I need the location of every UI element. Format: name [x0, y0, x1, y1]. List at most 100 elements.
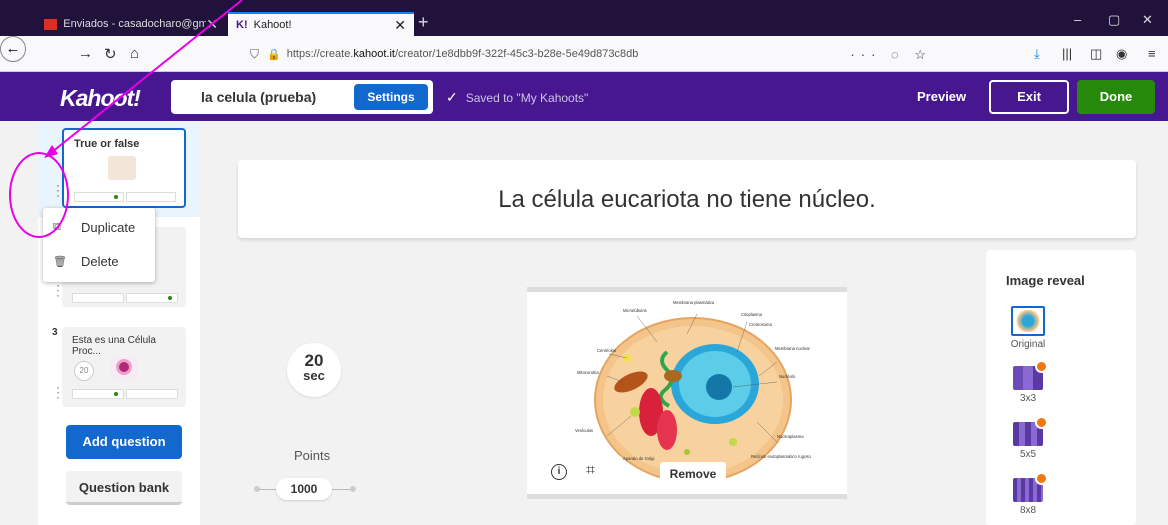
kahoot-favicon-icon: K!: [236, 19, 248, 31]
slide-thumbnail: [110, 357, 138, 379]
tab-label: Kahoot!: [253, 19, 292, 31]
remove-image-button[interactable]: Remove: [660, 462, 726, 486]
info-icon[interactable]: i: [551, 464, 567, 480]
duplicate-menu-item[interactable]: ⧉ Duplicate: [53, 220, 135, 235]
points-slider-stop[interactable]: [254, 486, 260, 492]
download-icon[interactable]: ⤓: [1034, 46, 1040, 62]
gmail-icon: [44, 18, 58, 30]
premium-crown-icon: [1035, 472, 1048, 485]
add-question-button[interactable]: Add question: [66, 425, 182, 459]
tab-gmail[interactable]: Enviados - casadocharo@gma ✕: [36, 12, 226, 36]
reveal-option-label: 5x5: [1019, 449, 1037, 460]
answer-placeholder: [126, 389, 178, 399]
url-prefix: https://create.: [286, 48, 354, 60]
kahoot-title-box[interactable]: la celula (prueba) Settings: [171, 80, 433, 114]
maximize-button[interactable]: ▢: [1108, 12, 1120, 28]
settings-button[interactable]: Settings: [354, 84, 428, 110]
menu-item-label: Duplicate: [81, 220, 136, 235]
diagram-label: Microtúbulos: [623, 308, 647, 313]
new-tab-button[interactable]: +: [418, 12, 429, 33]
saved-status: ✓ Saved to "My Kahoots": [446, 89, 588, 106]
diagram-label: Citoplasma: [741, 312, 763, 317]
reveal-option-3x3[interactable]: 3x3: [1006, 360, 1050, 404]
reveal-option-label: 8x8: [1019, 505, 1037, 516]
time-value: 20: [304, 351, 324, 370]
saved-text: Saved to "My Kahoots": [465, 91, 589, 105]
done-button[interactable]: Done: [1077, 80, 1155, 114]
question-text[interactable]: La célula eucariota no tiene núcleo.: [238, 186, 1136, 214]
diagram-label: Centríolos: [597, 348, 616, 353]
kahoot-logo[interactable]: Kahoot!: [60, 85, 141, 112]
slide-title: Esta es una Célula Proc...: [72, 335, 156, 357]
back-button[interactable]: ←: [0, 36, 26, 62]
close-tab-icon[interactable]: ✕: [206, 16, 218, 33]
question-title-card[interactable]: La célula eucariota no tiene núcleo.: [238, 160, 1136, 238]
time-unit: sec: [303, 368, 325, 383]
crop-icon[interactable]: ⌗: [586, 462, 595, 480]
slide-title: True or false: [74, 138, 140, 150]
reveal-option-label: 3x3: [1019, 393, 1037, 404]
menu-icon[interactable]: ≡: [1148, 46, 1156, 61]
diagram-label: Membrana nuclear: [775, 346, 811, 351]
kahoot-title[interactable]: la celula (prueba): [201, 89, 316, 105]
correct-dot: [114, 195, 118, 199]
close-tab-icon[interactable]: ✕: [394, 17, 406, 34]
question-bank-button[interactable]: Question bank: [66, 471, 182, 505]
url-suffix: /creator/1e8dbb9f-322f-45c3-b28e-5e49d87…: [394, 48, 639, 60]
library-icon[interactable]: |||: [1062, 46, 1072, 61]
kahoot-header: Kahoot! la celula (prueba) Settings ✓ Sav…: [0, 72, 1168, 121]
exit-button[interactable]: Exit: [989, 80, 1069, 114]
answer-placeholder: [126, 192, 176, 202]
answer-placeholder: [72, 293, 124, 303]
preview-button[interactable]: Preview: [917, 89, 966, 104]
trash-icon: 🗑: [53, 256, 67, 268]
diagram-label: Mitocondria: [577, 370, 599, 375]
url-bar[interactable]: ⛉ 🔒 https://create. kahoot.it/creator/1e8…: [250, 41, 938, 67]
time-badge: 20: [74, 361, 94, 381]
slide-thumbnail: [108, 156, 136, 180]
points-label: Points: [294, 448, 331, 463]
browser-tab-bar: Enviados - casadocharo@gma ✕ K! Kahoot! …: [0, 0, 1168, 36]
premium-crown-icon: [1035, 416, 1048, 429]
delete-menu-item[interactable]: 🗑 Delete: [53, 254, 119, 269]
tab-label: Enviados - casadocharo@gma: [63, 18, 207, 30]
diagram-label: Aparato de Golgi: [623, 456, 654, 461]
diagram-label: Retículo endoplasmático rugoso: [751, 454, 811, 459]
shield-icon[interactable]: ⛉: [250, 47, 259, 62]
close-window-button[interactable]: ✕: [1142, 12, 1153, 28]
diagram-label: Nucléolo: [779, 374, 796, 379]
slide-options-icon[interactable]: · · ·: [56, 381, 62, 403]
reload-button[interactable]: ↻: [104, 45, 117, 63]
reveal-thumbnail: [1011, 306, 1045, 336]
sidebar-icon[interactable]: ◫: [1090, 46, 1102, 62]
lock-icon: 🔒: [267, 48, 281, 61]
points-value-button[interactable]: 1000: [276, 478, 332, 500]
image-reveal-title: Image reveal: [1006, 273, 1085, 288]
diagram-label: Nucleoplasma: [777, 434, 804, 439]
diagram-label: Membrana plasmática: [673, 300, 715, 305]
reveal-option-label: Original: [1010, 339, 1046, 350]
forward-button[interactable]: →: [78, 45, 93, 62]
home-button[interactable]: ⌂: [130, 45, 139, 62]
correct-dot: [168, 296, 172, 300]
premium-crown-icon: [1035, 360, 1048, 373]
checkmark-icon: ✓: [446, 89, 458, 105]
question-slide-3[interactable]: Esta es una Célula Proc... 20: [62, 327, 186, 407]
question-slide-1[interactable]: True or false: [62, 128, 186, 208]
browser-nav-bar: ← → ↻ ⌂ ⛉ 🔒 https://create. kahoot.it/cre…: [0, 36, 1168, 72]
correct-dot: [114, 392, 118, 396]
image-reveal-panel: Image reveal Original 3x3 5x5 8x8: [986, 250, 1136, 525]
reveal-option-8x8[interactable]: 8x8: [1006, 472, 1050, 516]
url-action-icons[interactable]: ··· ◌ ☆: [850, 47, 932, 63]
reveal-option-original[interactable]: Original: [1006, 306, 1050, 350]
points-slider-stop[interactable]: [350, 486, 356, 492]
diagram-label: Cromosoma: [749, 322, 772, 327]
tab-kahoot[interactable]: K! Kahoot! ✕: [228, 12, 414, 36]
extension-icon[interactable]: ◉: [1116, 46, 1127, 62]
time-limit-button[interactable]: 20 sec: [287, 343, 341, 397]
reveal-option-5x5[interactable]: 5x5: [1006, 416, 1050, 460]
minimize-button[interactable]: –: [1074, 12, 1081, 27]
annotation-circle: [9, 152, 69, 238]
slide-options-icon[interactable]: · · ·: [56, 279, 62, 301]
menu-item-label: Delete: [81, 254, 119, 269]
